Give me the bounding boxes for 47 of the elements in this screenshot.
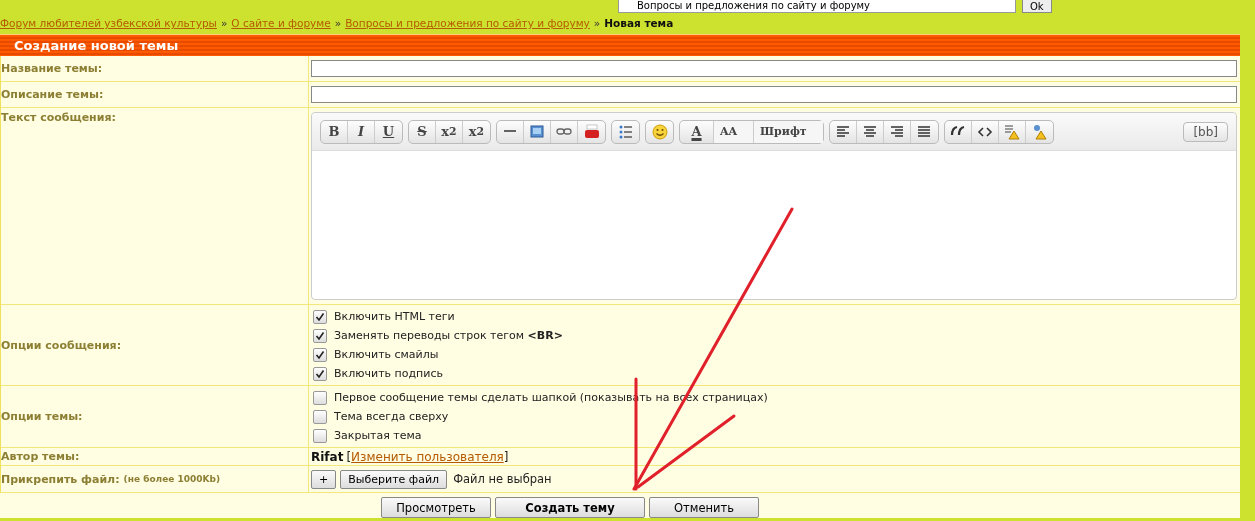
option-label: Заменять переводы строк тегом <BR> <box>334 329 563 342</box>
field-label: Прикрепить файл: <box>1 472 120 486</box>
panel-title: Создание новой темы <box>0 34 1240 56</box>
field-label: Автор темы: <box>1 448 309 466</box>
add-button[interactable]: + <box>311 469 337 489</box>
format-button[interactable]: I <box>348 120 375 143</box>
checkbox[interactable] <box>313 428 327 443</box>
option-label: Включить HTML теги <box>334 310 455 323</box>
checkbox[interactable] <box>313 390 327 405</box>
dropdown[interactable]: AA <box>714 120 755 143</box>
input-field[interactable] <box>311 86 1237 103</box>
input-field[interactable] <box>311 60 1237 77</box>
change-user-link[interactable]: Изменить пользователя <box>351 449 504 464</box>
checkbox[interactable] <box>313 347 327 362</box>
ok-button[interactable]: Ok <box>1022 0 1052 13</box>
checkbox[interactable] <box>313 328 327 343</box>
action-button[interactable]: Отменить <box>649 497 759 518</box>
file-status: Файл не выбран <box>453 472 552 486</box>
mode-toggle-button[interactable]: [bb] <box>1183 121 1228 142</box>
field-label: Название темы: <box>1 56 309 82</box>
field-label: Опции темы: <box>1 386 309 448</box>
checkbox[interactable] <box>313 366 327 381</box>
breadcrumb-separator: » <box>220 17 228 29</box>
checkbox[interactable] <box>313 409 327 424</box>
field-label: Описание темы: <box>1 82 309 108</box>
author-name: Rifat <box>311 449 344 464</box>
bracket: [ <box>346 449 352 464</box>
option-label: Тема всегда сверху <box>334 410 449 423</box>
option-label: Закрытая тема <box>334 429 422 442</box>
forum-select[interactable]: Вопросы и предложения по сайту и форуму <box>618 0 1016 13</box>
action-button[interactable]: Создать тему <box>495 497 645 518</box>
format-button[interactable]: B <box>321 120 348 143</box>
format-button[interactable]: S <box>409 120 436 143</box>
breadcrumb-separator: » <box>593 17 601 29</box>
action-button[interactable]: Просмотреть <box>381 497 491 518</box>
dropdown[interactable]: Шрифт <box>754 120 823 143</box>
breadcrumb-separator: » <box>334 17 342 29</box>
option-label: Включить смайлы <box>334 348 439 361</box>
bracket: ] <box>503 449 509 464</box>
field-label: Текст сообщения: <box>1 108 309 305</box>
size-note: (не более 1000Kb) <box>123 474 221 484</box>
option-label: Включить подпись <box>334 367 443 380</box>
choose-file-button[interactable]: Выберите файл <box>340 469 448 489</box>
breadcrumb-current: Новая тема <box>604 17 674 29</box>
checkbox[interactable] <box>313 309 327 324</box>
field-label: Опции сообщения: <box>1 305 309 386</box>
format-button[interactable]: U <box>375 120 402 143</box>
